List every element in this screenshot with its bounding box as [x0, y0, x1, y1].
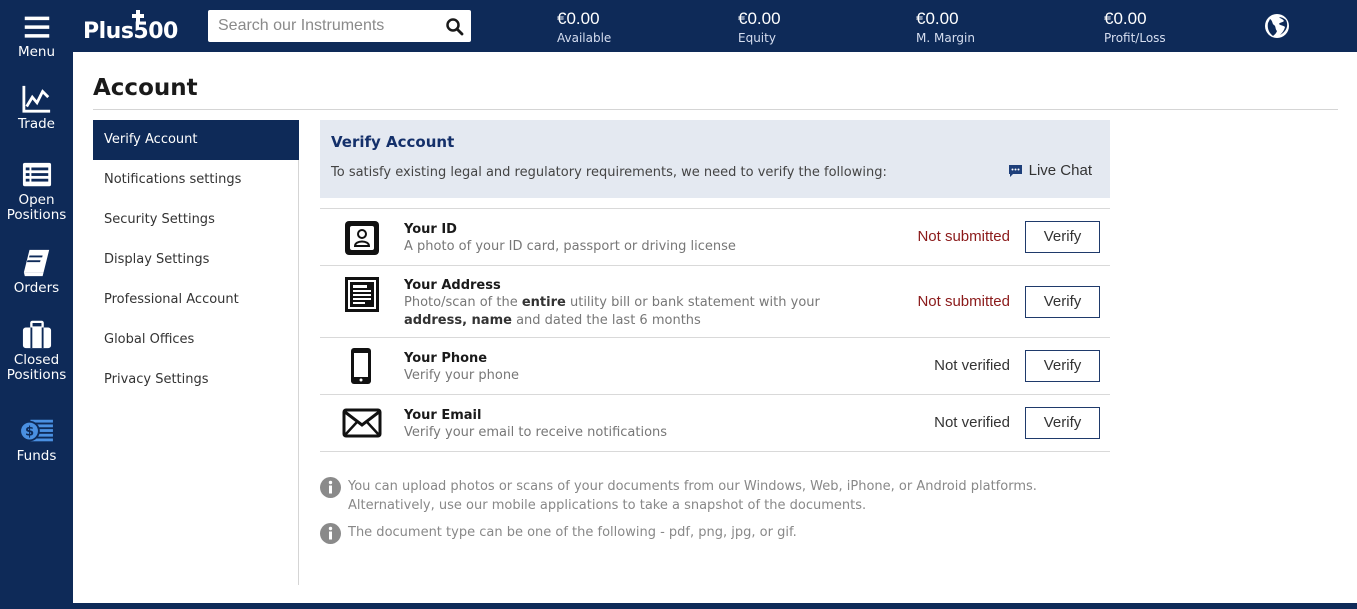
- search-box: [208, 10, 471, 42]
- address-document-icon: [345, 277, 379, 312]
- profit-loss-value: €0.00: [1104, 9, 1147, 28]
- nav-orders-label: Orders: [13, 280, 60, 296]
- margin-label: M. Margin: [916, 31, 975, 45]
- search-icon[interactable]: [445, 17, 465, 37]
- row-description: Verify your phone: [404, 368, 520, 383]
- profit-loss-label: Profit/Loss: [1104, 31, 1166, 45]
- nav-open-positions[interactable]: Open Positions: [0, 160, 73, 223]
- menu-item-security-settings[interactable]: Security Settings: [93, 200, 299, 240]
- stat-equity: €0.00 Equity: [738, 9, 781, 46]
- nav-closed-positions-label: Closed Positions: [6, 352, 67, 383]
- desc-bold: address, name: [404, 313, 512, 328]
- info-icon: [320, 523, 341, 544]
- menu-item-global-offices[interactable]: Global Offices: [93, 320, 299, 360]
- menu-item-privacy-settings[interactable]: Privacy Settings: [93, 360, 299, 400]
- row-description: A photo of your ID card, passport or dri…: [404, 239, 736, 254]
- bottom-strip: [73, 603, 1357, 609]
- verify-account-description: To satisfy existing legal and regulatory…: [331, 165, 887, 180]
- menu-item-notifications-settings[interactable]: Notifications settings: [93, 160, 299, 200]
- menu-item-professional-account[interactable]: Professional Account: [93, 280, 299, 320]
- desc-part: utility bill or bank statement with your: [569, 295, 820, 310]
- status-text: Not verified: [934, 414, 1010, 431]
- desc-bold: entire: [521, 295, 566, 310]
- document-type-text: The document type can be one of the foll…: [348, 525, 797, 540]
- available-value: €0.00: [557, 9, 600, 28]
- document-type-note: The document type can be one of the foll…: [320, 523, 1110, 545]
- row-description: Verify your email to receive notificatio…: [404, 425, 668, 440]
- nav-funds-label: Funds: [16, 448, 57, 464]
- row-title: Your Phone: [404, 351, 488, 366]
- desc-part: Photo/scan of the: [404, 295, 518, 310]
- svg-text:$: $: [24, 425, 33, 440]
- upload-info-text: You can upload photos or scans of your d…: [348, 479, 1037, 513]
- available-label: Available: [557, 31, 612, 45]
- equity-label: Equity: [738, 31, 776, 45]
- chat-bubble-icon: [1008, 164, 1022, 177]
- verify-id-button[interactable]: Verify: [1025, 221, 1100, 253]
- verify-row-id: Your ID A photo of your ID card, passpor…: [320, 208, 1110, 266]
- phone-icon: [351, 348, 371, 384]
- chart-trend-icon: [21, 85, 50, 113]
- nav-open-positions-label: Open Positions: [6, 192, 67, 223]
- title-divider: [93, 109, 1338, 110]
- equity-value: €0.00: [738, 9, 781, 28]
- nav-closed-positions[interactable]: Closed Positions: [0, 320, 73, 383]
- nav-orders[interactable]: Orders: [0, 248, 73, 296]
- id-card-icon: [345, 221, 379, 255]
- envelope-icon: [342, 408, 382, 438]
- menu-item-verify-account[interactable]: Verify Account: [93, 120, 299, 160]
- page-title: Account: [93, 75, 198, 101]
- nav-menu[interactable]: Menu: [0, 14, 73, 60]
- verify-row-address: Your Address Photo/scan of the entire ut…: [320, 265, 1110, 338]
- list-icon: [22, 162, 51, 187]
- briefcase-icon: [22, 320, 51, 349]
- top-bar: Plus500 €0.00 Available €0.00 Equity €0.…: [73, 0, 1357, 52]
- upload-info-note: You can upload photos or scans of your d…: [320, 477, 1110, 517]
- nav-trade-label: Trade: [18, 116, 55, 132]
- verify-account-title: Verify Account: [331, 133, 455, 151]
- plus500-logo[interactable]: Plus500: [82, 9, 200, 43]
- verify-phone-button[interactable]: Verify: [1025, 350, 1100, 382]
- live-chat-label: Live Chat: [1028, 162, 1092, 179]
- globe-icon[interactable]: [1264, 13, 1290, 39]
- verify-row-phone: Your Phone Verify your phone Not verifie…: [320, 337, 1110, 395]
- stat-available: €0.00 Available: [557, 9, 611, 46]
- nav-menu-label: Menu: [17, 44, 56, 60]
- row-title: Your Address: [404, 278, 501, 293]
- book-icon: [23, 249, 49, 277]
- stat-profit-loss: €0.00 Profit/Loss: [1104, 9, 1166, 46]
- verify-address-button[interactable]: Verify: [1025, 286, 1100, 318]
- verify-account-header: Verify Account To satisfy existing legal…: [320, 120, 1110, 198]
- status-text: Not verified: [934, 357, 1010, 374]
- search-input[interactable]: [208, 10, 438, 42]
- money-icon: $: [18, 419, 53, 442]
- hamburger-icon: [24, 16, 49, 38]
- info-icon: [320, 477, 341, 498]
- svg-text:Plus500: Plus500: [83, 19, 178, 43]
- menu-item-display-settings[interactable]: Display Settings: [93, 240, 299, 280]
- row-title: Your Email: [404, 408, 482, 423]
- status-text: Not submitted: [917, 228, 1010, 245]
- nav-funds[interactable]: $ Funds: [0, 416, 73, 464]
- account-side-menu: Verify Account Notifications settings Se…: [93, 120, 299, 585]
- verify-email-button[interactable]: Verify: [1025, 407, 1100, 439]
- status-text: Not submitted: [917, 293, 1010, 310]
- verify-row-email: Your Email Verify your email to receive …: [320, 394, 1110, 452]
- live-chat-link[interactable]: Live Chat: [1008, 162, 1092, 179]
- nav-trade[interactable]: Trade: [0, 84, 73, 132]
- margin-value: €0.00: [916, 9, 959, 28]
- rows-bottom-divider: [320, 451, 1110, 452]
- stat-margin: €0.00 M. Margin: [916, 9, 975, 46]
- app-root: Menu Trade Open Positions Orders Closed …: [0, 0, 1357, 609]
- row-title: Your ID: [404, 222, 457, 237]
- left-navigation: Menu Trade Open Positions Orders Closed …: [0, 0, 73, 609]
- desc-part: and dated the last 6 months: [516, 313, 701, 328]
- row-description: Photo/scan of the entire utility bill or…: [404, 294, 824, 330]
